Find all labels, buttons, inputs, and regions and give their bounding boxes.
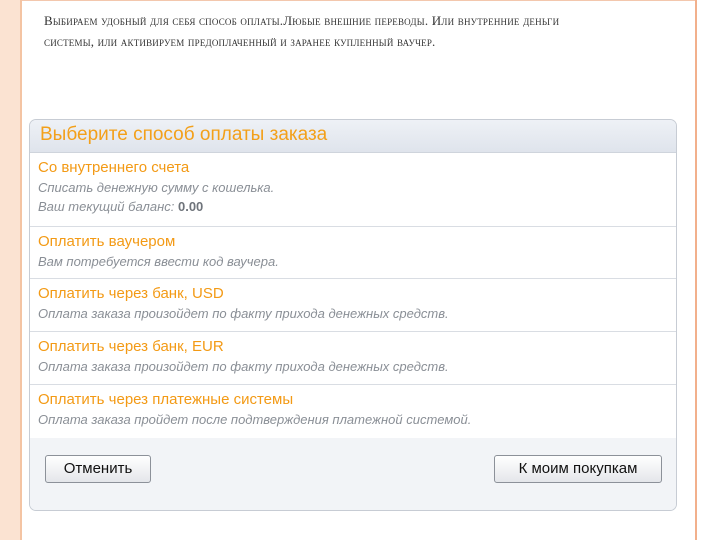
option-desc: Оплата заказа пройдет после подтверждени… (38, 412, 472, 427)
slide-right-border (695, 0, 697, 540)
my-purchases-button[interactable]: К моим покупкам (494, 455, 662, 483)
option-title[interactable]: Оплатить ваучером (38, 232, 668, 252)
panel-header: Выберите способ оплаты заказа (30, 120, 676, 153)
option-bank-usd[interactable]: Оплатить через банк, USD Оплата заказа п… (30, 279, 676, 332)
cancel-button[interactable]: Отменить (45, 455, 151, 483)
option-desc: Оплата заказа произойдет по факту приход… (38, 359, 449, 374)
option-payment-systems[interactable]: Оплатить через платежные системы Оплата … (30, 385, 676, 440)
panel-footer: Отменить К моим покупкам (30, 438, 676, 510)
option-title[interactable]: Оплатить через банк, USD (38, 284, 668, 304)
payment-method-panel: Выберите способ оплаты заказа Со внутрен… (29, 119, 677, 511)
option-bank-eur[interactable]: Оплатить через банк, EUR Оплата заказа п… (30, 332, 676, 385)
option-title[interactable]: Оплатить через банк, EUR (38, 337, 668, 357)
option-title[interactable]: Со внутреннего счета (38, 158, 668, 178)
option-desc: Вам потребуется ввести код ваучера. (38, 254, 279, 269)
panel-title: Выберите способ оплаты заказа (40, 124, 328, 145)
option-title[interactable]: Оплатить через платежные системы (38, 390, 668, 410)
balance-value: 0.00 (177, 199, 204, 214)
balance-label: Ваш текущий баланс: (38, 199, 178, 214)
slide-top-border (22, 0, 695, 1)
option-voucher[interactable]: Оплатить ваучером Вам потребуется ввести… (30, 227, 676, 279)
option-desc: Списать денежную сумму с кошелька. (38, 180, 275, 195)
slide-caption: Выбираем удобный для себя способ оплаты.… (44, 13, 560, 49)
slide-left-border (0, 0, 22, 540)
option-internal-account[interactable]: Со внутреннего счета Списать денежную су… (30, 153, 676, 227)
option-desc: Оплата заказа произойдет по факту приход… (38, 306, 449, 321)
balance-line: Ваш текущий баланс: 0.00 (38, 197, 668, 216)
